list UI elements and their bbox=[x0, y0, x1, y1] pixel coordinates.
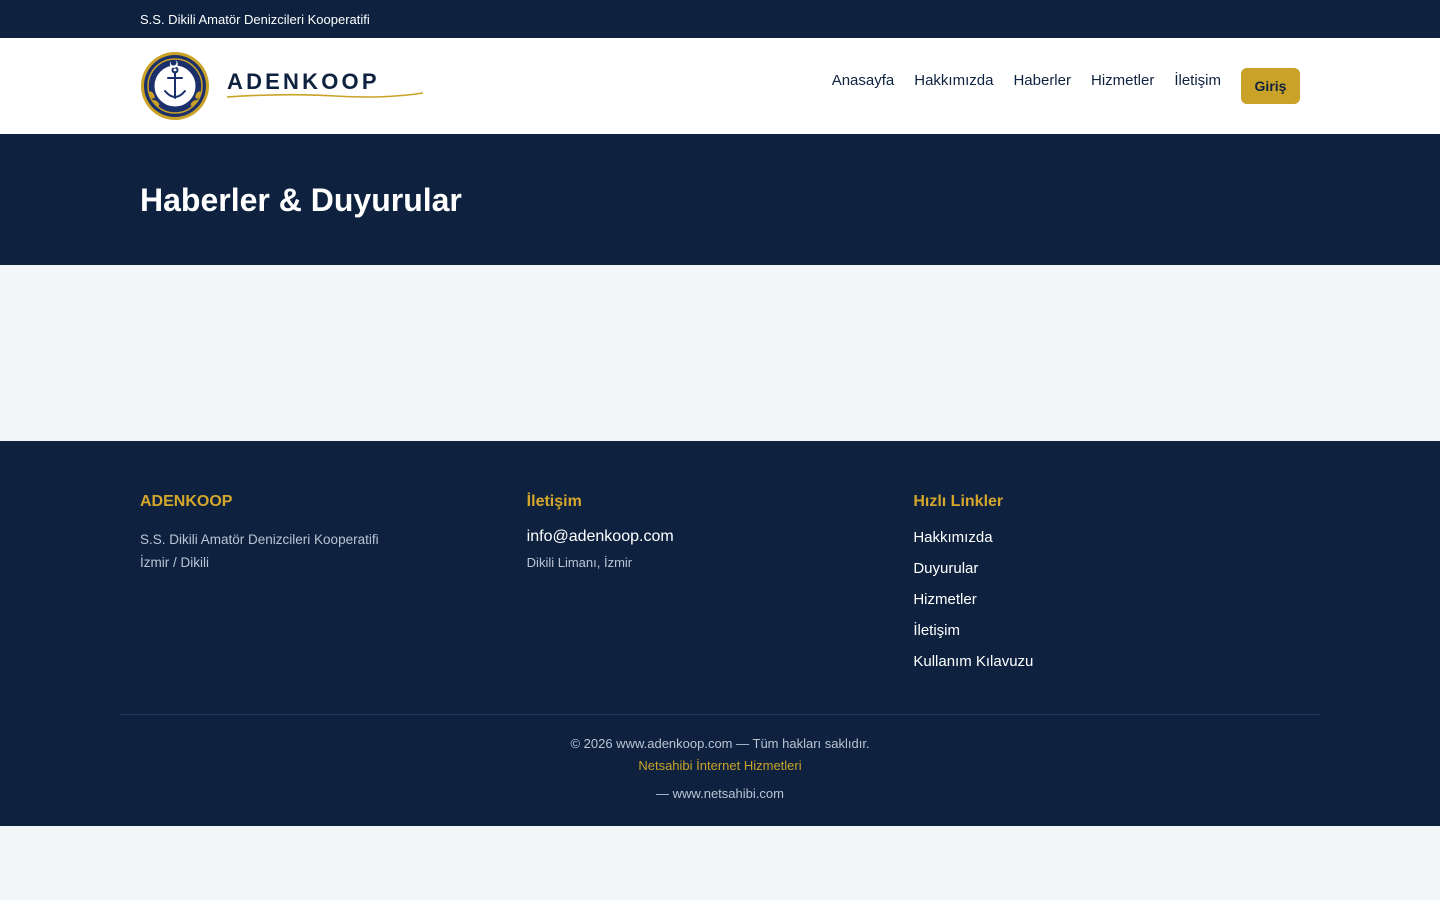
footer-location: İzmir / Dikili bbox=[140, 555, 209, 570]
site-header: ADENKOOP Anasayfa Hakkımızda Haberler Hi… bbox=[0, 38, 1440, 134]
footer-org-name: S.S. Dikili Amatör Denizcileri Kooperati… bbox=[140, 532, 379, 547]
footer-divider bbox=[120, 714, 1320, 715]
nav-hizmetler[interactable]: Hizmetler bbox=[1091, 71, 1154, 91]
footer-contact-title: İletişim bbox=[526, 493, 582, 510]
top-bar: S.S. Dikili Amatör Denizcileri Kooperati… bbox=[0, 0, 1440, 38]
footer-address: Dikili Limanı, İzmir bbox=[526, 555, 633, 570]
footer-link-hakkimizda[interactable]: Hakkımızda bbox=[913, 528, 1300, 548]
news-content-area bbox=[0, 265, 1440, 441]
brand-link[interactable]: ADENKOOP bbox=[140, 38, 427, 134]
nav-iletisim[interactable]: İletişim bbox=[1174, 71, 1221, 91]
footer-contact-column: İletişim info@adenkoop.com Dikili Limanı… bbox=[527, 493, 914, 683]
footer-link-duyurular[interactable]: Duyurular bbox=[913, 559, 1300, 579]
footer-quick-links-title: Hızlı Linkler bbox=[913, 493, 1004, 510]
footer-link-kullanim-kilavuzu[interactable]: Kullanım Kılavuzu bbox=[913, 652, 1300, 672]
site-footer: ADENKOOP S.S. Dikili Amatör Denizcileri … bbox=[0, 441, 1440, 826]
page-title: Haberler & Duyurular bbox=[140, 182, 462, 218]
footer-copyright: © 2026 www.adenkoop.com — Tüm hakları sa… bbox=[0, 733, 1440, 805]
provider-site: — www.netsahibi.com bbox=[656, 786, 784, 801]
page-hero: Haberler & Duyurular bbox=[0, 134, 1440, 265]
wave-underline-icon bbox=[226, 92, 424, 98]
top-bar-org-name: S.S. Dikili Amatör Denizcileri Kooperati… bbox=[140, 11, 370, 27]
nav-haberler[interactable]: Haberler bbox=[1013, 71, 1071, 91]
brand-wordmark: ADENKOOP bbox=[226, 61, 427, 111]
main-nav: Anasayfa Hakkımızda Haberler Hizmetler İ… bbox=[832, 68, 1300, 104]
footer-link-iletisim[interactable]: İletişim bbox=[913, 621, 1300, 641]
provider-link[interactable]: Netsahibi İnternet Hizmetleri bbox=[0, 755, 1440, 777]
cooperative-emblem-icon bbox=[141, 52, 209, 120]
login-button[interactable]: Giriş bbox=[1241, 68, 1300, 104]
footer-about-title: ADENKOOP bbox=[140, 493, 233, 510]
footer-quick-links-column: Hızlı Linkler Hakkımızda Duyurular Hizme… bbox=[913, 493, 1300, 683]
footer-link-hizmetler[interactable]: Hizmetler bbox=[913, 590, 1300, 610]
footer-email-link[interactable]: info@adenkoop.com bbox=[527, 528, 914, 546]
page-bottom bbox=[0, 826, 1440, 900]
nav-anasayfa[interactable]: Anasayfa bbox=[832, 71, 895, 91]
copyright-text: © 2026 www.adenkoop.com — Tüm hakları sa… bbox=[570, 736, 870, 751]
nav-hakkimizda[interactable]: Hakkımızda bbox=[914, 71, 993, 91]
footer-about-column: ADENKOOP S.S. Dikili Amatör Denizcileri … bbox=[140, 493, 527, 683]
